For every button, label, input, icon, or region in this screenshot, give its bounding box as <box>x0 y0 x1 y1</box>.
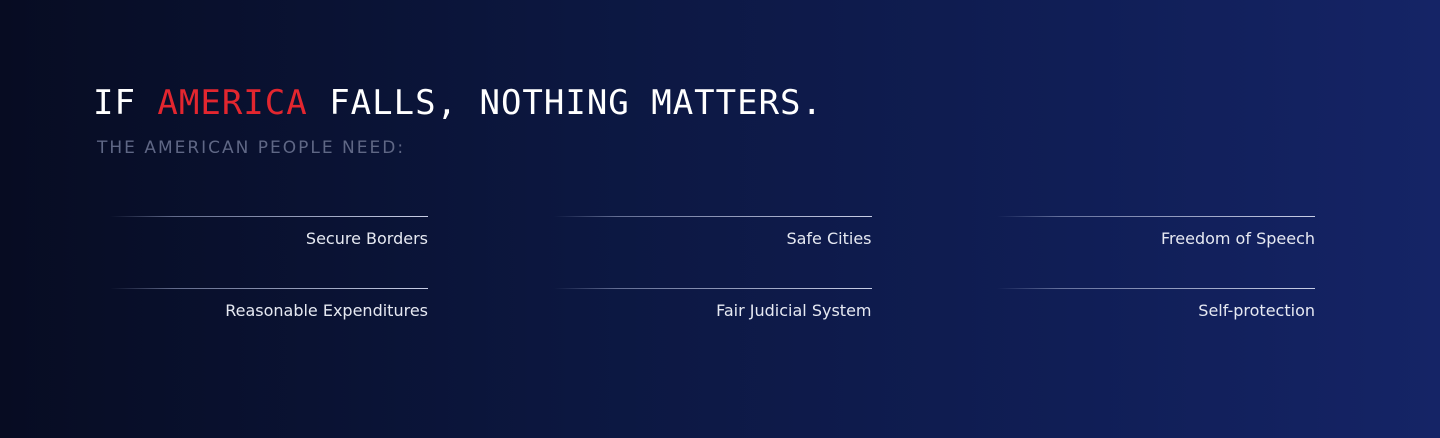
headline-prefix: IF <box>93 83 158 123</box>
headline: IF AMERICA FALLS, NOTHING MATTERS. <box>93 82 823 124</box>
need-divider <box>553 216 872 217</box>
need-divider <box>553 288 872 289</box>
need-label: Fair Judicial System <box>716 301 872 320</box>
hero-section: IF AMERICA FALLS, NOTHING MATTERS. THE A… <box>0 0 1440 438</box>
need-item: Self-protection <box>997 288 1315 321</box>
need-label: Self-protection <box>1198 301 1315 320</box>
headline-accent: AMERICA <box>157 83 308 123</box>
need-label: Safe Cities <box>786 229 872 248</box>
need-item: Freedom of Speech <box>997 216 1315 249</box>
need-label: Secure Borders <box>305 229 428 248</box>
need-item: Fair Judicial System <box>553 288 872 321</box>
needs-grid: Secure Borders Safe Cities Freedom of Sp… <box>110 216 1315 321</box>
need-label: Freedom of Speech <box>1160 229 1315 248</box>
need-item: Safe Cities <box>553 216 872 249</box>
need-divider <box>110 288 428 289</box>
need-divider <box>110 216 428 217</box>
subheadline: THE AMERICAN PEOPLE NEED: <box>97 138 406 158</box>
headline-suffix: FALLS, NOTHING MATTERS. <box>307 83 823 123</box>
need-label: Reasonable Expenditures <box>225 301 428 320</box>
need-item: Reasonable Expenditures <box>110 288 428 321</box>
need-divider <box>997 288 1315 289</box>
need-divider <box>997 216 1315 217</box>
need-item: Secure Borders <box>110 216 428 249</box>
